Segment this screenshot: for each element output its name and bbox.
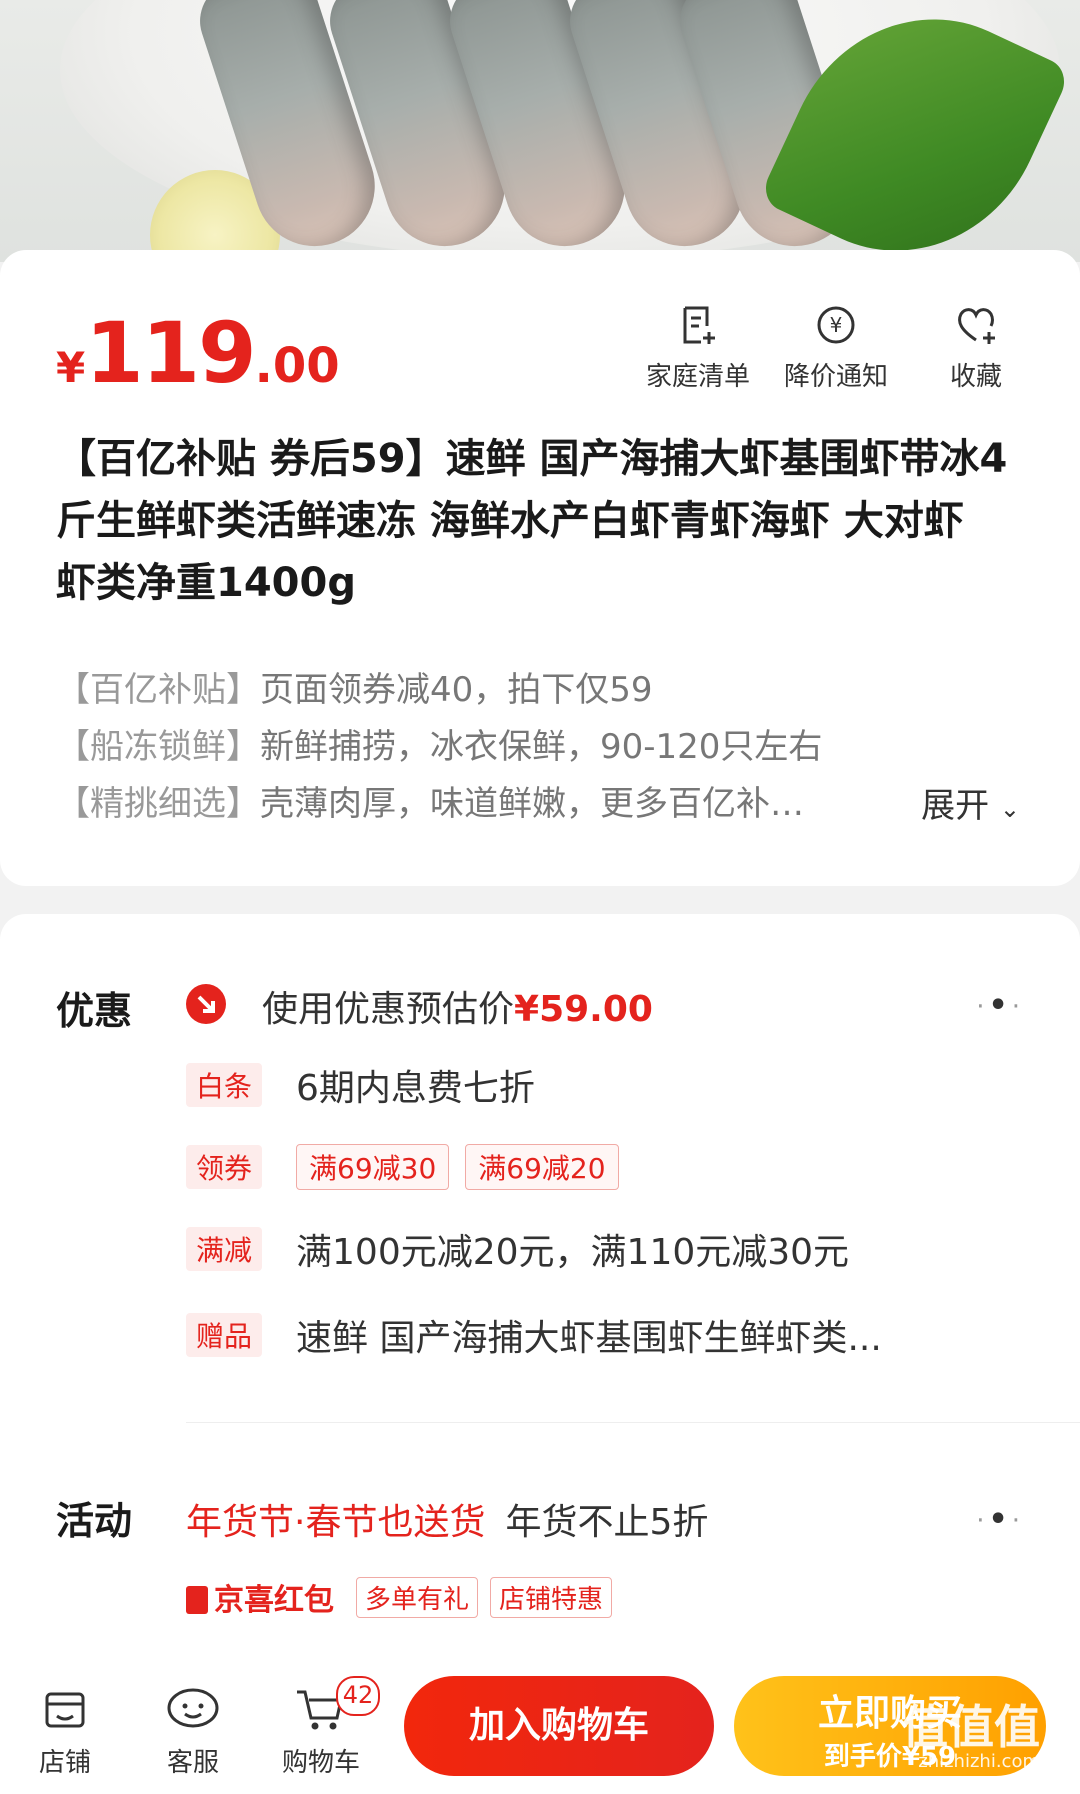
store-label: 店铺: [38, 1748, 91, 1778]
estimated-price-value: ¥59.00: [514, 989, 653, 1030]
jingxi-red-packet: 京喜红包: [186, 1575, 334, 1619]
promo-badge: 白条: [186, 1063, 263, 1107]
promo-badge: 满减: [186, 1227, 263, 1271]
svg-text:¥: ¥: [830, 313, 843, 337]
promo-text: 速鲜 国产海捕大虾基围虾生鲜虾类...: [296, 1318, 882, 1359]
cart-button[interactable]: 42 购物车: [266, 1676, 380, 1779]
price-symbol: ¥: [56, 343, 86, 392]
price-alert-label: 降价通知: [783, 362, 888, 392]
price-alert-icon: ¥: [817, 306, 855, 344]
product-info-card: ¥119.00 家庭清单 ¥ 降价通知 收藏 【百亿补贴 券后59】速鲜 国产海…: [0, 250, 1080, 886]
selling-point: 【精挑细选】壳薄肉厚，味道鲜嫩，更多百亿补…: [56, 776, 856, 833]
promo-badge: 领券: [186, 1145, 263, 1189]
selling-point: 【百亿补贴】页面领券减40，拍下仅59: [56, 662, 1016, 719]
bottom-action-bar: 店铺 客服 42 购物车 加入购物车 立即购买 到手价¥59 值值值 zhizh…: [0, 1664, 1080, 1794]
promo-row-full-reduction[interactable]: 满减 满100元减20元，满110元减30元: [186, 1226, 850, 1273]
promo-badge: 赠品: [186, 1313, 263, 1357]
activity-tag: 店铺特惠: [490, 1576, 613, 1618]
activity-label: 活动: [56, 1499, 133, 1543]
promo-text: 6期内息费七折: [296, 1068, 535, 1109]
watermark-logo: 值值值: [902, 1700, 1040, 1754]
price: ¥119.00: [56, 304, 340, 402]
chat-icon: [167, 1688, 219, 1728]
add-to-cart-button[interactable]: 加入购物车: [404, 1676, 714, 1776]
promo-row-coupon[interactable]: 领券 满69减30 满69减20: [186, 1144, 635, 1190]
selling-points: 【百亿补贴】页面领券减40，拍下仅59 【船冻锁鲜】新鲜捕捞，冰衣保鲜，90-1…: [56, 662, 1016, 833]
product-image[interactable]: [0, 0, 1080, 262]
more-icon[interactable]: ·•·: [976, 1502, 1024, 1537]
selling-point-tag: 【精挑细选】: [56, 784, 260, 824]
activity-brand: 年货节·春节也送货: [186, 1502, 486, 1543]
list-add-icon: [683, 306, 715, 344]
store-button[interactable]: 店铺: [10, 1684, 120, 1779]
price-integer: 119: [85, 304, 256, 402]
selling-point-tag: 【船冻锁鲜】: [56, 727, 260, 767]
selling-point-text: 新鲜捕捞，冰衣保鲜，90-120只左右: [260, 727, 823, 767]
promo-row-baitiao[interactable]: 白条 6期内息费七折: [186, 1062, 535, 1109]
service-label: 客服: [166, 1748, 219, 1778]
activity-row[interactable]: 年货节·春节也送货 年货不止5折: [186, 1496, 709, 1543]
price-alert-button[interactable]: ¥ 降价通知: [766, 302, 906, 393]
more-icon[interactable]: ·•·: [976, 988, 1024, 1023]
selling-point-tag: 【百亿补贴】: [56, 670, 260, 710]
product-title: 【百亿补贴 券后59】速鲜 国产海捕大虾基围虾带冰4斤生鲜虾类活鲜速冻 海鲜水产…: [56, 436, 1008, 606]
family-list-button[interactable]: 家庭清单: [628, 302, 768, 393]
estimated-price[interactable]: 使用优惠预估价¥59.00: [262, 980, 653, 1032]
favorite-button[interactable]: 收藏: [906, 302, 1046, 393]
promotions-card: 优惠 使用优惠预估价¥59.00 ·•· 白条 6期内息费七折 领券 满69减3…: [0, 914, 1080, 1714]
promo-text: 满100元减20元，满110元减30元: [296, 1232, 850, 1273]
activity-tag: 多单有礼: [356, 1576, 479, 1618]
estimated-price-label: 使用优惠预估价: [262, 989, 515, 1030]
jingxi-label: 京喜红包: [214, 1583, 334, 1618]
selling-point-text: 壳薄肉厚，味道鲜嫩，更多百亿补…: [260, 784, 804, 824]
coupon-tag[interactable]: 满69减30: [296, 1144, 450, 1190]
watermark: 值值值 zhizhizhi.com: [902, 1703, 1040, 1772]
favorite-label: 收藏: [949, 362, 1002, 392]
customer-service-button[interactable]: 客服: [138, 1684, 248, 1779]
price-decimal: .00: [254, 338, 340, 394]
promo-row-gift[interactable]: 赠品 速鲜 国产海捕大虾基围虾生鲜虾类...: [186, 1312, 882, 1359]
watermark-url: zhizhizhi.com: [918, 1751, 1040, 1772]
buy-now-button[interactable]: 立即购买 到手价¥59 值值值 zhizhizhi.com: [734, 1676, 1046, 1776]
family-list-label: 家庭清单: [645, 362, 750, 392]
divider: [186, 1422, 1080, 1423]
promotions-label: 优惠: [56, 989, 133, 1033]
discount-arrow-icon: [186, 984, 226, 1024]
cart-label: 购物车: [281, 1748, 360, 1778]
jingxi-row[interactable]: 京喜红包 多单有礼 店铺特惠: [186, 1574, 624, 1620]
heart-add-icon: [958, 308, 995, 344]
selling-point: 【船冻锁鲜】新鲜捕捞，冰衣保鲜，90-120只左右: [56, 719, 1016, 776]
cart-count-badge: 42: [336, 1676, 380, 1716]
activity-text: 年货不止5折: [505, 1502, 709, 1543]
chevron-down-icon: ⌄: [999, 795, 1020, 823]
expand-button[interactable]: 展开 ⌄: [921, 778, 1020, 827]
coupon-tag[interactable]: 满69减20: [465, 1144, 619, 1190]
selling-point-text: 页面领券减40，拍下仅59: [260, 670, 653, 710]
store-icon: [45, 1692, 85, 1728]
expand-label: 展开: [921, 786, 990, 826]
red-envelope-icon: [186, 1586, 208, 1614]
